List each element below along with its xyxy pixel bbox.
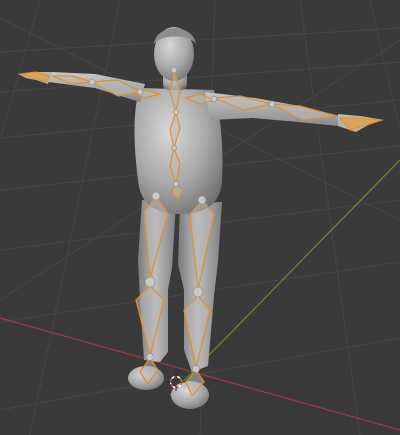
viewport-canvas[interactable] — [0, 0, 400, 435]
3d-viewport[interactable] — [0, 0, 400, 435]
